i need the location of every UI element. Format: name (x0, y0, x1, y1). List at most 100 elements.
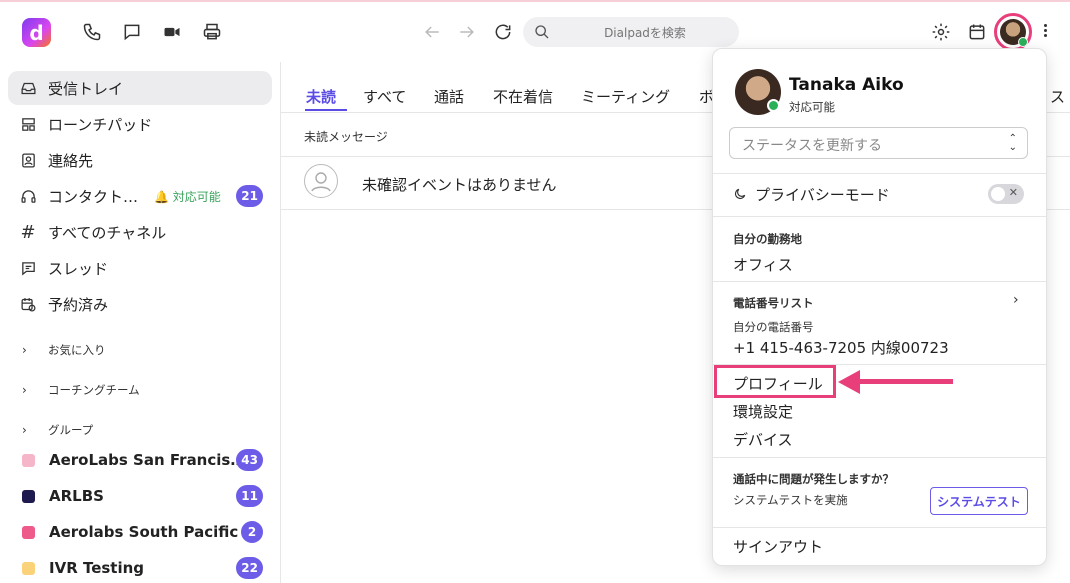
scheduled-icon (19, 295, 37, 313)
unread-badge: 22 (236, 557, 263, 579)
divider (713, 527, 1046, 528)
sidebar-item-scheduled[interactable]: 予約済み (8, 287, 272, 321)
phone-icon[interactable] (80, 20, 104, 44)
divider (713, 216, 1046, 217)
toggle-knob (991, 187, 1005, 201)
moon-icon (733, 186, 747, 200)
chevron-right-icon: › (22, 423, 27, 437)
tab-truncated-right[interactable]: ス (1050, 86, 1065, 107)
launchpad-icon (19, 115, 37, 133)
unread-badge: 11 (236, 485, 263, 507)
user-name: Tanaka Aiko (789, 75, 904, 95)
sidebar-item-label: 連絡先 (48, 151, 94, 170)
online-status-dot (1018, 37, 1028, 47)
user-avatar-button[interactable] (994, 13, 1032, 51)
search-icon (535, 25, 549, 39)
user-status: 対応可能 (789, 100, 835, 114)
unread-badge: 2 (241, 521, 263, 543)
headset-icon (19, 187, 37, 205)
inbox-icon (19, 79, 37, 97)
empty-state-text: 未確認イベントはありません (362, 176, 557, 194)
annotation-arrow-line (858, 379, 953, 384)
tab-all[interactable]: すべて (363, 86, 406, 107)
chevron-updown-icon: ⌃ ⌄ (1008, 133, 1017, 153)
close-icon: ✕ (1008, 186, 1018, 199)
more-options-icon[interactable] (1040, 22, 1050, 42)
group-item-aerolabs-south-pacific[interactable]: Aerolabs South Pacific 2 (22, 517, 272, 547)
group-item-ivr-testing[interactable]: IVR Testing 22 (22, 553, 272, 583)
gear-icon[interactable] (929, 20, 953, 44)
chevron-right-icon: › (22, 383, 27, 397)
sidebar-item-contacts[interactable]: 連絡先 (8, 143, 272, 177)
sidebar: 受信トレイ ローンチパッド 連絡先 コンタクト… 🔔 対応可能 21 # すべて… (0, 62, 281, 583)
work-location-label: 自分の勤務地 (733, 232, 802, 246)
chevron-right-icon: › (22, 343, 27, 357)
sidebar-item-all-channels[interactable]: # すべてのチャネル (8, 215, 272, 249)
thread-icon (19, 259, 37, 277)
group-color-swatch (22, 561, 35, 575)
empty-user-icon (304, 164, 338, 198)
tab-calls[interactable]: 通話 (434, 86, 464, 107)
menu-item-devices[interactable]: デバイス (733, 429, 793, 450)
menu-item-preferences[interactable]: 環境設定 (733, 401, 793, 422)
sidebar-item-launchpad[interactable]: ローンチパッド (8, 107, 272, 141)
online-status-dot (767, 99, 780, 112)
system-test-text: システムテストを実施 (733, 493, 848, 507)
section-favorites[interactable]: › お気に入り (22, 342, 106, 358)
search-input[interactable] (563, 21, 727, 45)
tab-meetings[interactable]: ミーティング (581, 86, 670, 107)
user-menu: Tanaka Aiko 対応可能 ステータスを更新する ⌃ ⌄ プライバシーモード… (712, 48, 1047, 566)
status-select[interactable]: ステータスを更新する ⌃ ⌄ (729, 127, 1028, 159)
dialpad-logo[interactable]: d (22, 18, 51, 47)
sidebar-item-threads[interactable]: スレッド (8, 251, 272, 285)
group-color-swatch (22, 453, 35, 467)
chevron-right-icon[interactable]: › (1013, 292, 1019, 308)
group-color-swatch (22, 525, 35, 539)
forward-arrow-icon[interactable] (455, 20, 479, 44)
divider (713, 457, 1046, 458)
sign-out-button[interactable]: サインアウト (733, 536, 823, 557)
active-tab-indicator (305, 109, 347, 111)
sidebar-item-label: コンタクト… (48, 187, 139, 206)
my-number-label: 自分の電話番号 (733, 320, 814, 334)
chat-icon[interactable] (120, 20, 144, 44)
calendar-icon[interactable] (965, 20, 989, 44)
annotation-arrow-head (838, 370, 860, 394)
sidebar-item-contact-center[interactable]: コンタクト… 🔔 対応可能 21 (8, 179, 272, 213)
call-issue-label: 通話中に問題が発生しますか？ (733, 472, 894, 486)
privacy-mode-toggle[interactable]: ✕ (988, 184, 1024, 204)
menu-avatar (735, 69, 781, 115)
my-number-value: +1 415-463-7205 内線00723 (733, 339, 949, 357)
sidebar-item-label: 予約済み (48, 295, 109, 314)
search-bar[interactable] (523, 17, 739, 47)
printer-icon[interactable] (200, 20, 224, 44)
section-coaching-team[interactable]: › コーチングチーム (22, 382, 140, 398)
system-test-button[interactable]: システムテスト (930, 487, 1028, 515)
tab-missed-calls[interactable]: 不在着信 (493, 86, 553, 107)
hash-icon: # (20, 221, 36, 243)
tab-unread[interactable]: 未読 (306, 86, 336, 107)
sidebar-item-label: ローンチパッド (48, 115, 153, 134)
unread-messages-header: 未読メッセージ (304, 130, 388, 144)
reload-icon[interactable] (491, 20, 515, 44)
group-item-aerolabs-sf[interactable]: AeroLabs San Francis… 43 (22, 445, 272, 475)
divider (713, 281, 1046, 282)
phone-list-label[interactable]: 電話番号リスト (733, 295, 814, 311)
work-location-value[interactable]: オフィス (733, 254, 793, 275)
sidebar-item-label: スレッド (48, 259, 109, 278)
unread-badge: 43 (236, 449, 263, 471)
section-groups[interactable]: › グループ (22, 422, 93, 438)
agent-status-label: 🔔 対応可能 (154, 189, 221, 204)
sidebar-item-label: すべてのチャネル (48, 223, 167, 242)
contacts-icon (19, 151, 37, 169)
sidebar-item-label: 受信トレイ (48, 79, 124, 98)
video-icon[interactable] (160, 20, 184, 44)
divider (713, 173, 1046, 174)
back-arrow-icon[interactable] (420, 20, 444, 44)
privacy-mode-label: プライバシーモード (755, 186, 890, 204)
profile-highlight-box (714, 365, 836, 398)
sidebar-item-inbox[interactable]: 受信トレイ (8, 71, 272, 105)
group-item-arlbs[interactable]: ARLBS 11 (22, 481, 272, 511)
unread-badge: 21 (236, 185, 263, 207)
group-color-swatch (22, 489, 35, 503)
